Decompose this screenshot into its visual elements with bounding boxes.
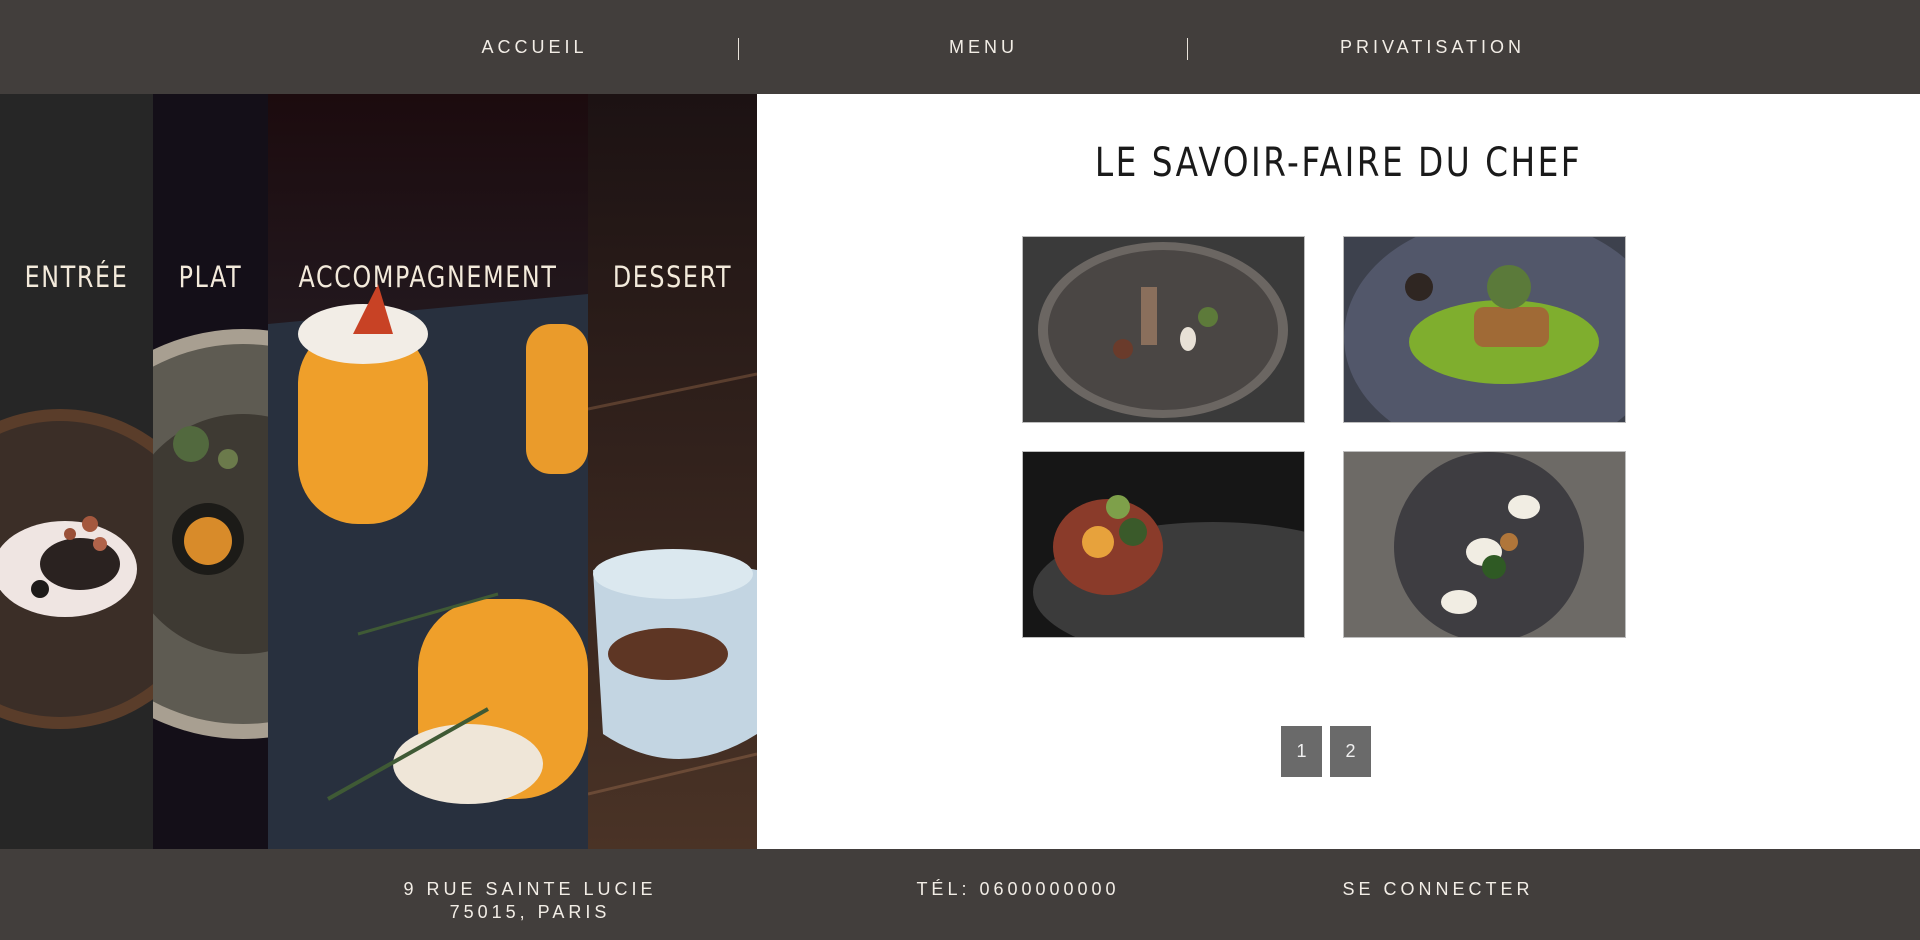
top-navigation: ACCUEIL MENU PRIVATISATION [0, 0, 1920, 94]
category-panel-entree[interactable]: ENTRÉE [0, 94, 153, 849]
category-label-entree: ENTRÉE [24, 260, 129, 294]
dessert-photo [588, 94, 757, 849]
gallery-image-2[interactable] [1343, 236, 1626, 423]
login-link[interactable]: SE CONNECTER [1238, 878, 1638, 901]
plat-photo [153, 94, 268, 849]
entree-photo [0, 94, 153, 849]
category-label-dessert: DESSERT [612, 260, 733, 294]
gallery-image-1[interactable] [1022, 236, 1305, 423]
nav-divider [738, 38, 739, 60]
pagination-page-1[interactable]: 1 [1281, 726, 1322, 777]
footer-address: 9 RUE SAINTE LUCIE 75015, PARIS [330, 878, 730, 924]
category-label-accompagnement: ACCOMPAGNEMENT [298, 260, 558, 294]
dish-photo-1 [1023, 237, 1304, 422]
category-panel-accompagnement[interactable]: ACCOMPAGNEMENT [268, 94, 588, 849]
dish-photo-4 [1344, 452, 1625, 637]
category-label-plat: PLAT [178, 260, 243, 294]
footer: 9 RUE SAINTE LUCIE 75015, PARIS TÉL: 060… [0, 849, 1920, 940]
address-line-2: 75015, PARIS [449, 902, 611, 922]
dish-photo-2 [1344, 237, 1625, 422]
pagination-page-2[interactable]: 2 [1330, 726, 1371, 777]
nav-item-accueil[interactable]: ACCUEIL [310, 0, 759, 94]
category-panel-plat[interactable]: PLAT [153, 94, 268, 849]
category-panel-dessert[interactable]: DESSERT [588, 94, 757, 849]
accompagnement-photo [268, 94, 588, 849]
address-line-1: 9 RUE SAINTE LUCIE [403, 879, 657, 899]
dish-photo-3 [1023, 452, 1304, 637]
page-title: LE SAVOIR-FAIRE DU CHEF [1094, 140, 1583, 186]
gallery-image-4[interactable] [1343, 451, 1626, 638]
gallery-image-3[interactable] [1022, 451, 1305, 638]
nav-divider [1187, 38, 1188, 60]
main-content: LE SAVOIR-FAIRE DU CHEF 1 2 [757, 94, 1920, 849]
nav-item-menu[interactable]: MENU [759, 0, 1208, 94]
footer-phone: TÉL: 0600000000 [916, 879, 1120, 899]
nav-item-privatisation[interactable]: PRIVATISATION [1208, 0, 1657, 94]
